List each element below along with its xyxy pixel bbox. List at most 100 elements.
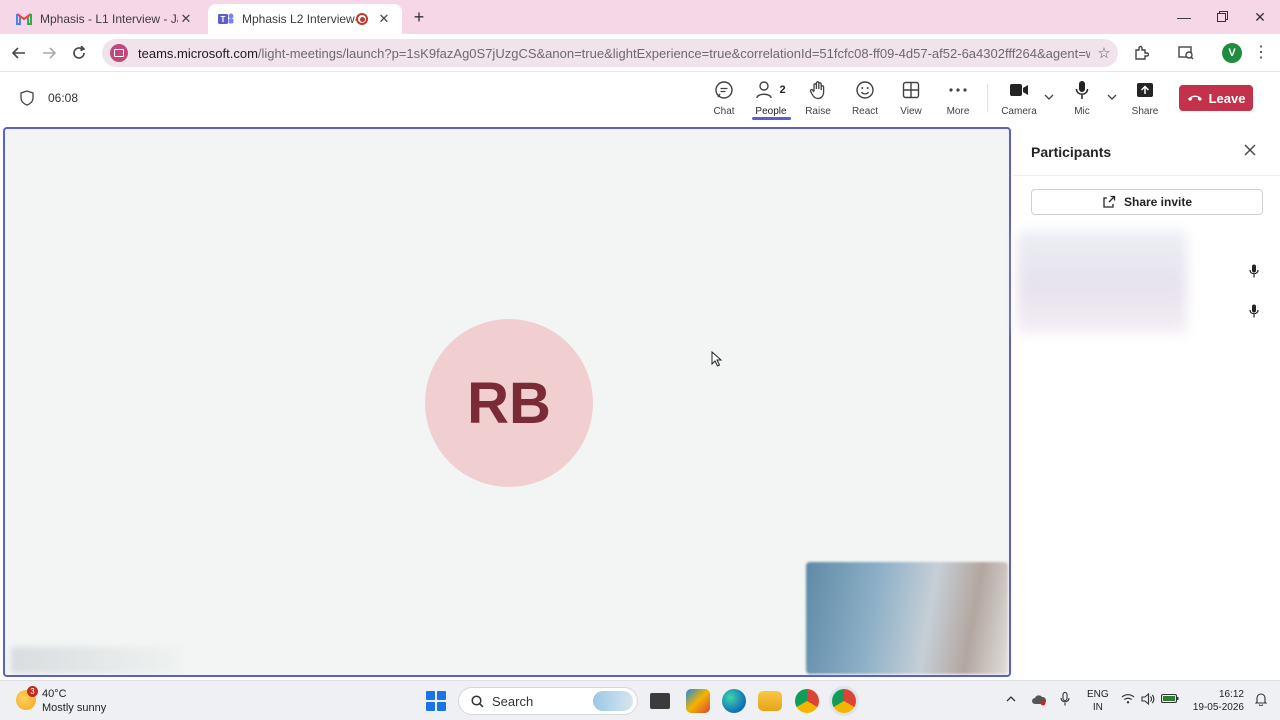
react-button[interactable]: React [841, 78, 889, 122]
camera-options-chevron-icon[interactable] [1044, 92, 1054, 103]
grid-view-icon [902, 78, 920, 102]
site-info-icon[interactable] [110, 44, 128, 62]
window-close-icon[interactable]: ✕ [1248, 6, 1272, 28]
panel-divider [1013, 175, 1280, 176]
tab-title: Mphasis L2 Interview- Java [242, 12, 356, 26]
search-label: Search [492, 693, 534, 709]
file-explorer-icon[interactable] [758, 691, 782, 711]
chat-icon [714, 78, 734, 102]
camera-button[interactable]: Camera [995, 78, 1043, 122]
address-bar[interactable]: teams.microsoft.com/light-meetings/launc… [102, 39, 1118, 67]
wifi-icon[interactable] [1121, 693, 1135, 707]
raise-label: Raise [805, 106, 831, 117]
panel-title: Participants [1031, 144, 1112, 160]
raise-hand-button[interactable]: Raise [794, 78, 842, 122]
phone-hangup-icon [1187, 95, 1202, 101]
cast-search-icon[interactable] [1175, 42, 1197, 64]
mouse-cursor-icon [711, 351, 723, 367]
share-invite-button[interactable]: Share invite [1031, 189, 1263, 215]
url-path: /light-meetings/launch?p=1sK9fazAg0S7jUz… [257, 45, 1090, 61]
people-icon: 2 [756, 78, 786, 102]
store-icon[interactable] [686, 689, 710, 713]
windows-taskbar: 3 40°C Mostly sunny Search ENG IN 16:12 … [0, 680, 1280, 720]
tray-overflow-chevron-icon[interactable] [1006, 693, 1016, 705]
tray-mic-icon[interactable] [1060, 691, 1070, 709]
task-view-icon[interactable] [650, 693, 670, 709]
profile-avatar[interactable]: V [1222, 43, 1242, 63]
chat-button[interactable]: Chat [700, 78, 748, 122]
bookmark-star-icon[interactable]: ☆ [1090, 44, 1118, 62]
browser-menu-icon[interactable]: ⋮ [1250, 42, 1272, 64]
leave-label: Leave [1208, 90, 1246, 106]
browser-tab-l1-interview[interactable]: Mphasis - L1 Interview - Java Ba ✕ [6, 4, 204, 34]
search-highlight-image [593, 691, 633, 711]
camera-label: Camera [1001, 106, 1037, 117]
minimize-icon[interactable]: — [1172, 6, 1196, 28]
search-icon [471, 694, 484, 708]
back-icon[interactable] [8, 42, 30, 64]
more-label: More [946, 106, 970, 117]
forward-icon[interactable] [38, 42, 60, 64]
new-tab-button[interactable]: + [410, 6, 428, 28]
chrome-icon[interactable] [795, 689, 819, 713]
camera-icon [1009, 78, 1029, 102]
share-label: Share [1131, 106, 1159, 117]
taskbar-search[interactable]: Search [458, 687, 638, 715]
gmail-icon [16, 11, 32, 27]
notification-bell-icon[interactable] [1254, 692, 1268, 709]
shield-icon [20, 90, 34, 106]
chrome-profile-icon[interactable] [832, 689, 856, 713]
clock-time: 16:12 [1218, 689, 1244, 700]
leave-button[interactable]: Leave [1179, 85, 1253, 111]
url-text[interactable]: teams.microsoft.com/light-meetings/launc… [138, 46, 1090, 61]
view-button[interactable]: View [887, 78, 935, 122]
people-label: People [755, 106, 787, 117]
more-button[interactable]: More [934, 78, 982, 122]
browser-toolbar: teams.microsoft.com/light-meetings/launc… [0, 34, 1280, 72]
windows-start-icon[interactable] [426, 691, 446, 711]
self-video-preview[interactable] [806, 562, 1008, 674]
edge-icon[interactable] [722, 689, 746, 713]
react-label: React [851, 106, 879, 117]
people-count: 2 [779, 84, 786, 96]
people-button[interactable]: 2 People [747, 78, 795, 122]
close-icon[interactable]: ✕ [376, 11, 392, 27]
more-dots-icon [948, 78, 968, 102]
volume-icon[interactable] [1141, 692, 1155, 708]
browser-tab-l2-interview[interactable]: T Mphasis L2 Interview- Java ✕ [208, 4, 402, 34]
mic-options-chevron-icon[interactable] [1107, 92, 1117, 103]
input-language[interactable]: ENG IN [1087, 688, 1109, 714]
mic-label: Mic [1074, 106, 1090, 117]
people-active-indicator [752, 117, 791, 120]
emoji-icon [855, 78, 875, 102]
participant-name-tag [11, 647, 181, 673]
share-icon [1103, 195, 1116, 208]
hand-icon [808, 78, 828, 102]
share-screen-icon [1136, 78, 1154, 102]
reload-icon[interactable] [68, 42, 90, 64]
recording-icon [356, 13, 368, 25]
participant-avatar: RB [425, 319, 593, 487]
tab-title: Mphasis - L1 Interview - Java Ba [40, 12, 178, 26]
meeting-timer: 06:08 [48, 91, 79, 105]
system-clock[interactable]: 16:12 19-05-2026 [1192, 688, 1244, 714]
close-icon[interactable] [1241, 141, 1259, 159]
participant-mic-icon [1249, 264, 1259, 278]
mic-button[interactable]: Mic [1058, 78, 1106, 122]
meeting-header: 06:08 Chat 2 People Raise React View Mor… [0, 72, 1280, 124]
share-button[interactable]: Share [1121, 78, 1169, 122]
share-invite-label: Share invite [1123, 195, 1193, 209]
close-icon[interactable]: ✕ [178, 11, 194, 27]
weather-temperature[interactable]: 40°C [42, 688, 67, 700]
battery-icon[interactable] [1160, 693, 1179, 707]
browser-tab-strip: Mphasis - L1 Interview - Java Ba ✕ T Mph… [0, 0, 1280, 34]
weather-condition[interactable]: Mostly sunny [42, 702, 106, 714]
restore-icon[interactable] [1210, 6, 1234, 28]
participant-list-blurred[interactable] [1017, 231, 1187, 333]
meeting-stage[interactable]: RB [3, 127, 1011, 677]
extensions-icon[interactable] [1130, 42, 1152, 64]
lang-code: ENG [1087, 689, 1109, 700]
microphone-icon [1074, 78, 1090, 102]
svg-text:T: T [221, 15, 226, 24]
onedrive-icon[interactable] [1031, 694, 1047, 709]
